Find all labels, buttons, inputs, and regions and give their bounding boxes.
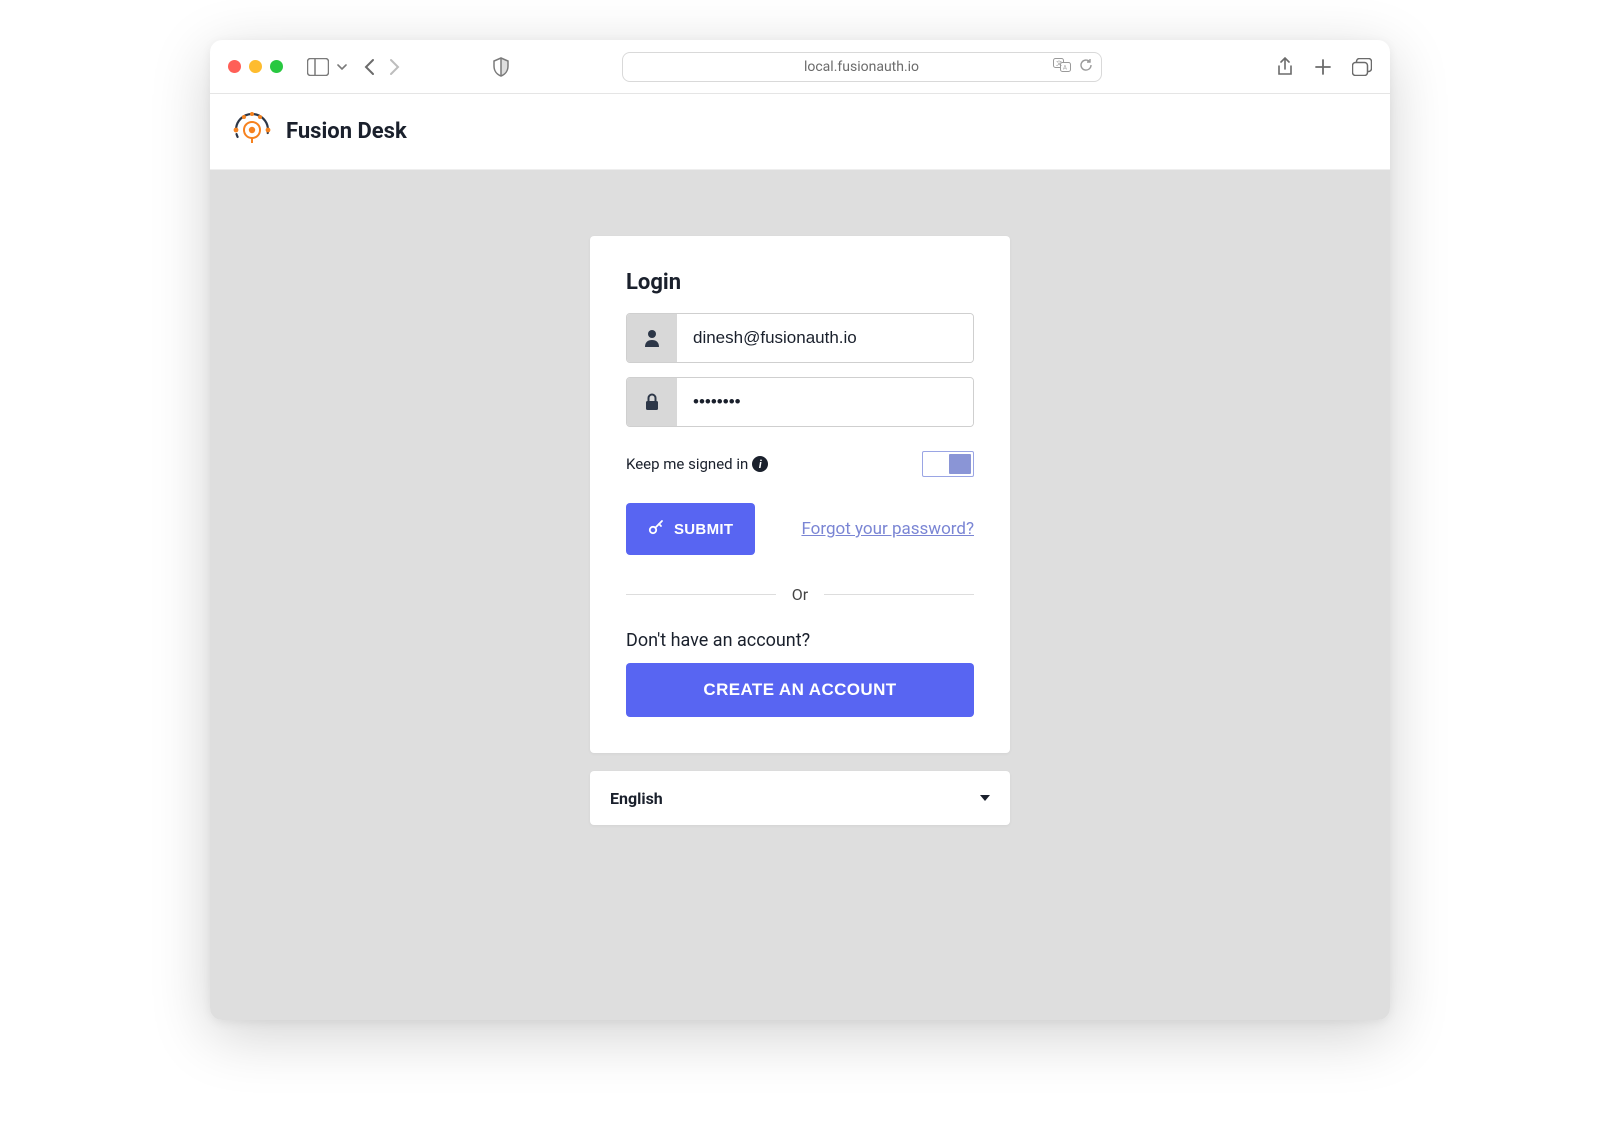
brand-logo-icon bbox=[230, 108, 274, 156]
browser-toolbar: local.fusionauth.io 文A bbox=[210, 40, 1390, 94]
address-text: local.fusionauth.io bbox=[804, 59, 919, 75]
no-account-label: Don't have an account? bbox=[626, 630, 974, 651]
share-icon[interactable] bbox=[1276, 57, 1294, 77]
minimize-window-button[interactable] bbox=[249, 60, 262, 73]
sidebar-toggle-icon[interactable] bbox=[307, 58, 329, 76]
password-input[interactable] bbox=[677, 378, 973, 426]
new-tab-icon[interactable] bbox=[1314, 57, 1332, 77]
divider-line-right bbox=[824, 594, 974, 595]
password-field-wrapper bbox=[626, 377, 974, 427]
brand-name: Fusion Desk bbox=[286, 119, 407, 144]
submit-button[interactable]: SUBMIT bbox=[626, 503, 755, 555]
app-header: Fusion Desk bbox=[210, 94, 1390, 170]
forgot-password-link[interactable]: Forgot your password? bbox=[801, 519, 974, 539]
privacy-shield-icon[interactable] bbox=[492, 57, 510, 77]
window-controls bbox=[228, 60, 283, 73]
email-field-wrapper bbox=[626, 313, 974, 363]
svg-text:文: 文 bbox=[1056, 59, 1062, 67]
info-icon[interactable]: i bbox=[752, 456, 768, 472]
tabs-overview-icon[interactable] bbox=[1352, 57, 1372, 77]
forward-button[interactable] bbox=[387, 58, 401, 76]
page-content: Login Keep me signed in i bbox=[210, 170, 1390, 1020]
language-selected: English bbox=[610, 789, 663, 808]
reload-icon[interactable] bbox=[1079, 58, 1093, 76]
keep-signed-in-label: Keep me signed in bbox=[626, 455, 748, 473]
login-card: Login Keep me signed in i bbox=[590, 236, 1010, 753]
user-icon bbox=[627, 314, 677, 362]
close-window-button[interactable] bbox=[228, 60, 241, 73]
email-input[interactable] bbox=[677, 314, 973, 362]
divider-line-left bbox=[626, 594, 776, 595]
language-select[interactable]: English bbox=[590, 771, 1010, 825]
address-bar[interactable]: local.fusionauth.io 文A bbox=[622, 52, 1102, 82]
browser-window: local.fusionauth.io 文A bbox=[210, 40, 1390, 1020]
login-title: Login bbox=[626, 270, 974, 295]
lock-icon bbox=[627, 378, 677, 426]
svg-text:A: A bbox=[1063, 64, 1067, 71]
or-divider: Or bbox=[626, 585, 974, 604]
back-button[interactable] bbox=[363, 58, 377, 76]
maximize-window-button[interactable] bbox=[270, 60, 283, 73]
keep-signed-in-toggle[interactable] bbox=[922, 451, 974, 477]
translate-icon[interactable]: 文A bbox=[1053, 58, 1071, 76]
sidebar-menu-chevron-icon[interactable] bbox=[337, 62, 347, 72]
chevron-down-icon bbox=[980, 795, 990, 801]
create-account-button[interactable]: CREATE AN ACCOUNT bbox=[626, 663, 974, 717]
submit-label: SUBMIT bbox=[674, 521, 733, 538]
toggle-knob bbox=[949, 454, 971, 474]
or-label: Or bbox=[792, 585, 808, 604]
key-icon bbox=[648, 519, 664, 539]
